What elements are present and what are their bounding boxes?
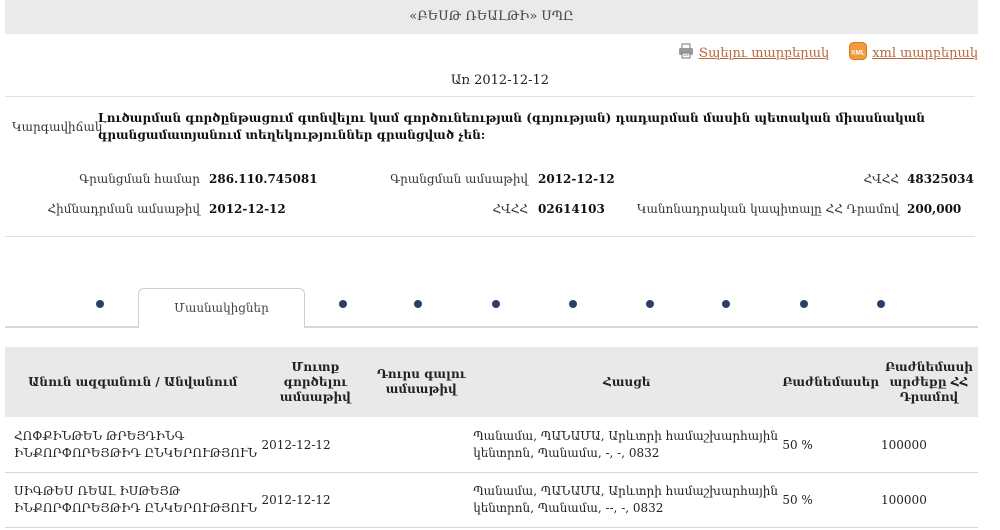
participants-table: Անուն ազգանուն / Անվանում Մուտք գործելու… <box>5 347 978 528</box>
printer-icon <box>678 43 694 63</box>
table-header-row: Անուն ազգանուն / Անվանում Մուտք գործելու… <box>5 347 978 418</box>
status-text: Լուծարման գործընթացում գտնվելու կամ գործ… <box>98 111 925 142</box>
exit-date <box>370 417 473 473</box>
hvhh-label: ՀՎՀՀ <box>492 202 528 216</box>
print-version-link[interactable]: Տպելու տարբերակ <box>678 43 830 63</box>
share-value: 100000 <box>880 472 978 528</box>
col-header-name: Անուն ազգանուն / Անվանում <box>5 347 261 418</box>
xml-badge-text: XML <box>851 50 865 57</box>
tab-dot[interactable] <box>96 300 104 308</box>
capital-value: 200,000 <box>907 202 962 216</box>
divider <box>5 96 975 97</box>
col-header-address: Հասցե <box>472 347 782 418</box>
reg-date-value: 2012-12-12 <box>538 172 615 186</box>
hvhh-value: 02614103 <box>538 202 605 216</box>
shares: 50 % <box>781 472 881 528</box>
tax-id-value: 48325034 <box>907 172 974 186</box>
tab-dot[interactable] <box>339 300 347 308</box>
share-value: 100000 <box>880 417 978 473</box>
col-header-entry-date: Մուտք գործելու ամսաթիվ <box>260 347 371 418</box>
tab-dot[interactable] <box>646 300 654 308</box>
capital-label: Կանոնադրական կապիտալը ՀՀ Դրամով <box>636 202 899 216</box>
tab-strip: Մասնակիցներ <box>5 288 978 329</box>
founding-date-label: Հիմնադրման ամսաթիվ <box>47 202 200 216</box>
participant-name: ՍԻԳԹԵՍ ՌԵԱԼ ԻՍԹԵՅԹ ԻՆՔՈՐՓՈՐԵՅԹԻԴ ԸՆԿԵՐՈՒ… <box>5 472 261 528</box>
tab-dot[interactable] <box>492 300 500 308</box>
page-title: «ԲԵՍԹ ՌԵԱԼԹԻ» ՍՊԸ <box>5 0 978 34</box>
entry-date: 2012-12-12 <box>260 417 371 473</box>
table-row: ՀՈՓՔԻՆԹԵՆ ԹՐԵՅԴԻՆԳ ԻՆՔՈՐՓՈՐԵՅԹԻԴ ԸՆԿԵՐՈՒ… <box>5 417 978 473</box>
print-version-label: Տպելու տարբերակ <box>698 45 830 61</box>
tab-dot[interactable] <box>414 300 422 308</box>
divider <box>5 236 975 237</box>
reg-number-value: 286.110.745081 <box>209 172 318 186</box>
col-header-share-value: Բաժնեմասի արժեքը ՀՀ Դրամով <box>880 347 978 418</box>
address: Պանամա, ՊԱՆԱՄԱ, Արևտրի համաշխարհային կեն… <box>472 472 782 528</box>
tax-id-label: ՀՎՀՀ <box>863 172 899 186</box>
xml-version-label: xml տարբերակ <box>872 45 978 61</box>
tab-dot[interactable] <box>877 300 885 308</box>
xml-icon: XML <box>849 42 868 64</box>
founding-date-value: 2012-12-12 <box>209 202 286 216</box>
as-of-date: Առ 2012-12-12 <box>450 73 550 88</box>
tab-dot[interactable] <box>722 300 730 308</box>
shares: 50 % <box>781 417 881 473</box>
entry-date: 2012-12-12 <box>260 472 371 528</box>
reg-date-label: Գրանցման ամսաթիվ <box>390 172 528 186</box>
col-header-shares: Բաժնեմասեր <box>781 347 881 418</box>
status-label: Կարգավիճակ <box>12 120 103 134</box>
tab-dot[interactable] <box>569 300 577 308</box>
xml-version-link[interactable]: XML xml տարբերակ <box>849 42 978 64</box>
participant-name: ՀՈՓՔԻՆԹԵՆ ԹՐԵՅԴԻՆԳ ԻՆՔՈՐՓՈՐԵՅԹԻԴ ԸՆԿԵՐՈՒ… <box>5 417 261 473</box>
print-links: Տպելու տարբերակ XML xml տարբերակ <box>678 42 978 64</box>
tab-participants[interactable]: Մասնակիցներ <box>138 288 305 329</box>
exit-date <box>370 472 473 528</box>
tab-dot[interactable] <box>800 300 808 308</box>
col-header-exit-date: Դուրս գալու ամսաթիվ <box>370 347 473 418</box>
table-row: ՍԻԳԹԵՍ ՌԵԱԼ ԻՍԹԵՅԹ ԻՆՔՈՐՓՈՐԵՅԹԻԴ ԸՆԿԵՐՈՒ… <box>5 472 978 528</box>
address: Պանամա, ՊԱՆԱՄԱ, Արևտրի համաշխարհային կեն… <box>472 417 782 473</box>
reg-number-label: Գրանցման համար <box>79 172 200 186</box>
